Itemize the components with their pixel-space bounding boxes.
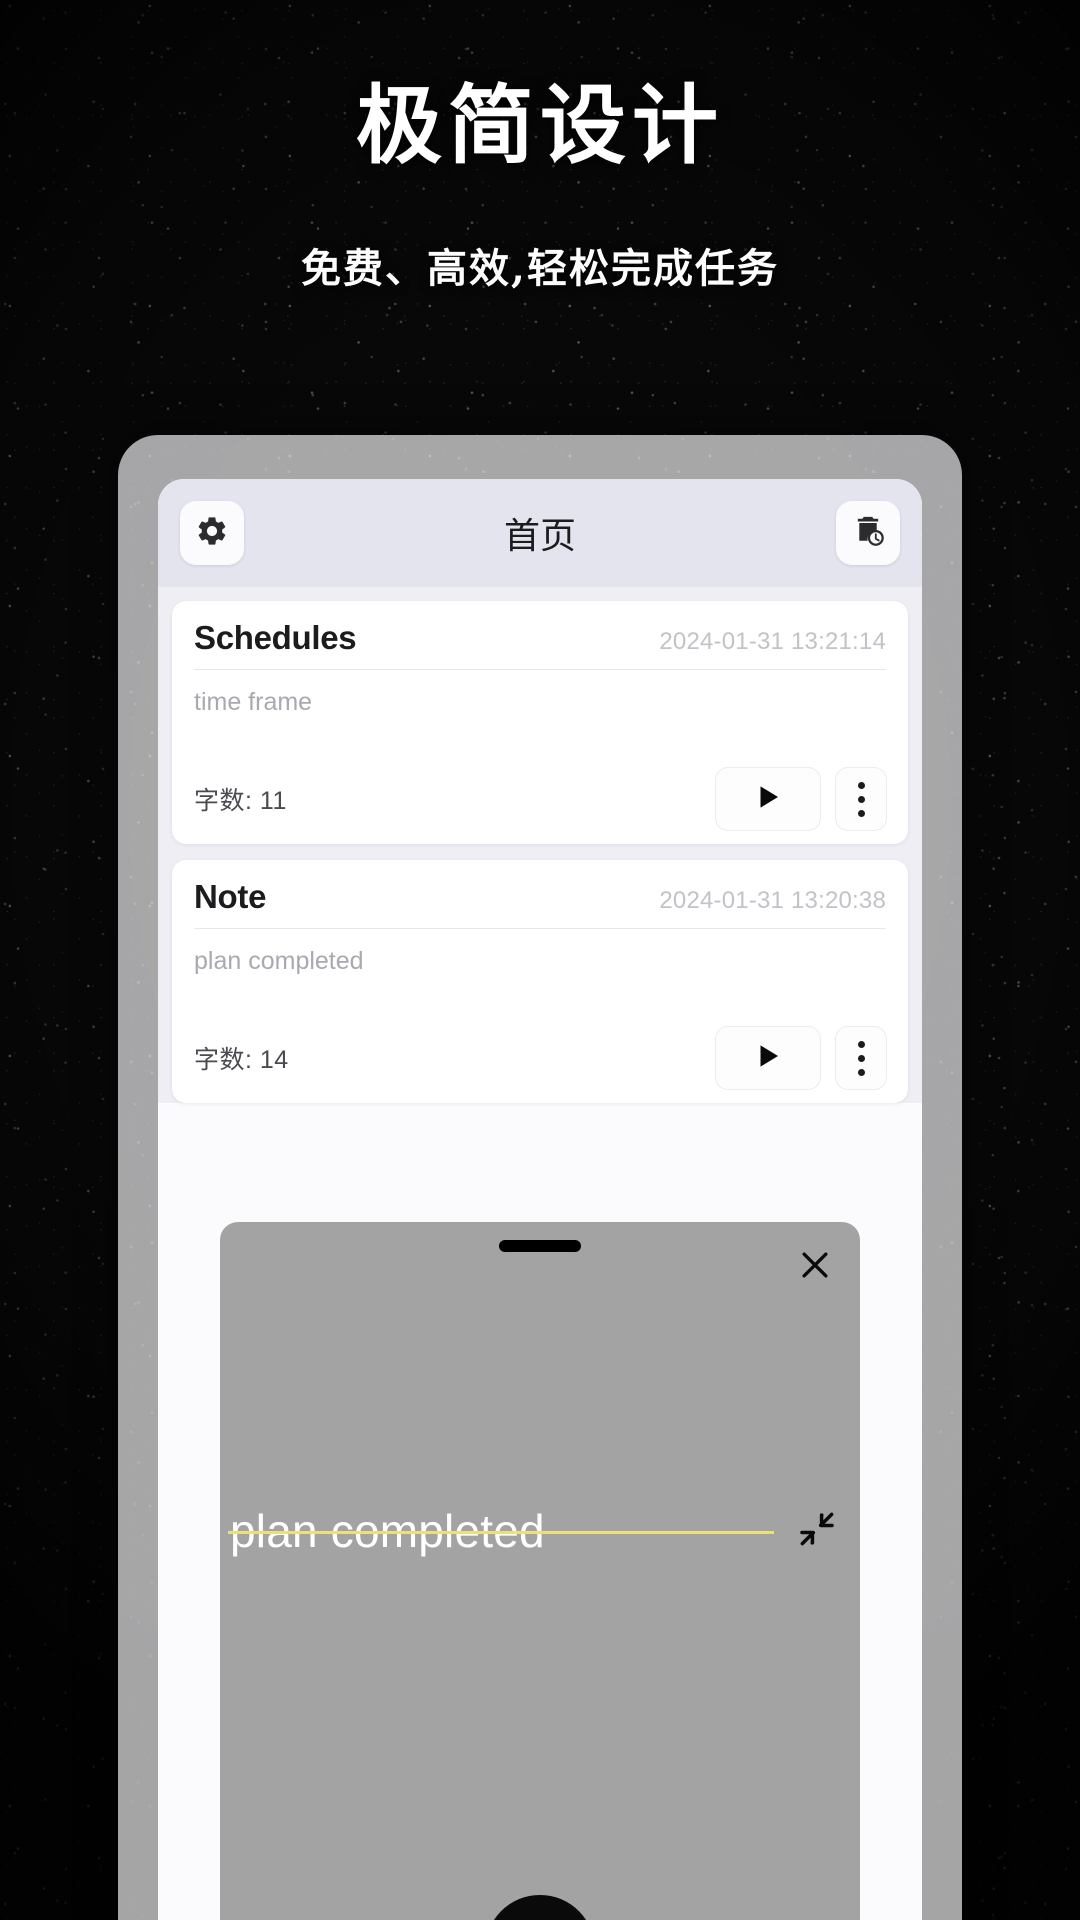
app-title: 首页 <box>503 515 576 556</box>
play-icon <box>753 1040 783 1077</box>
recycle-bin-button[interactable] <box>836 501 900 565</box>
note-word-count-label: 字数: <box>194 1046 253 1074</box>
note-title: Schedules <box>194 619 357 656</box>
play-button[interactable] <box>716 1027 820 1089</box>
play-icon <box>753 781 783 818</box>
hero-block: 极简设计 免费、高效,轻松完成任务 <box>0 0 1080 294</box>
page-title: 极简设计 <box>356 75 724 176</box>
settings-button[interactable] <box>180 501 244 565</box>
sheet-content: plan completed <box>220 1502 860 1560</box>
note-word-count: 字数: 14 <box>194 1040 289 1076</box>
gear-icon <box>195 514 229 553</box>
strikethrough-line <box>228 1530 774 1534</box>
note-card-header: Schedules 2024-01-31 13:21:14 <box>194 619 886 670</box>
more-vertical-icon <box>857 781 865 789</box>
note-body: plan completed <box>194 947 364 975</box>
note-title: Note <box>194 878 267 915</box>
collapse-button[interactable] <box>788 1502 846 1560</box>
bottom-sheet: plan completed <box>220 1222 860 1920</box>
note-card-header: Note 2024-01-31 13:20:38 <box>194 878 886 929</box>
note-word-count-value: 11 <box>259 787 287 815</box>
screenshot-stage: 极简设计 免费、高效,轻松完成任务 首页 Schedules 2024-01-3… <box>0 0 1080 1920</box>
page-subtitle: 免费、高效,轻松完成任务 <box>301 245 779 293</box>
close-button[interactable] <box>792 1244 838 1290</box>
record-button[interactable] <box>485 1895 595 1920</box>
sheet-text-wrap: plan completed <box>228 1507 782 1555</box>
note-card-footer: 字数: 14 <box>194 1009 886 1089</box>
drag-handle[interactable] <box>499 1240 581 1252</box>
more-vertical-icon <box>857 1068 865 1076</box>
collapse-arrows-icon <box>795 1507 839 1556</box>
more-options-button[interactable] <box>836 1027 886 1089</box>
note-card[interactable]: Schedules 2024-01-31 13:21:14 time frame… <box>172 601 908 844</box>
play-button[interactable] <box>716 768 820 830</box>
more-vertical-icon <box>857 795 865 803</box>
note-list: Schedules 2024-01-31 13:21:14 time frame… <box>158 587 922 1103</box>
note-timestamp: 2024-01-31 13:21:14 <box>659 628 886 655</box>
more-vertical-icon <box>857 809 865 817</box>
trash-clock-icon <box>850 513 886 554</box>
note-word-count-value: 14 <box>259 1046 289 1074</box>
phone-frame: 首页 Schedules 2024-01-31 13:21:14 time fr… <box>118 435 962 1920</box>
more-vertical-icon <box>857 1054 865 1062</box>
note-timestamp: 2024-01-31 13:20:38 <box>659 887 886 914</box>
more-vertical-icon <box>857 1040 865 1048</box>
phone-screen: 首页 Schedules 2024-01-31 13:21:14 time fr… <box>158 479 922 1920</box>
note-card-footer: 字数: 11 <box>194 750 886 830</box>
app-header: 首页 <box>158 479 922 587</box>
note-word-count-label: 字数: <box>194 787 253 815</box>
close-icon <box>795 1245 835 1290</box>
note-card[interactable]: Note 2024-01-31 13:20:38 plan completed … <box>172 860 908 1103</box>
note-word-count: 字数: 11 <box>194 781 287 817</box>
more-options-button[interactable] <box>836 768 886 830</box>
note-body: time frame <box>194 688 313 716</box>
